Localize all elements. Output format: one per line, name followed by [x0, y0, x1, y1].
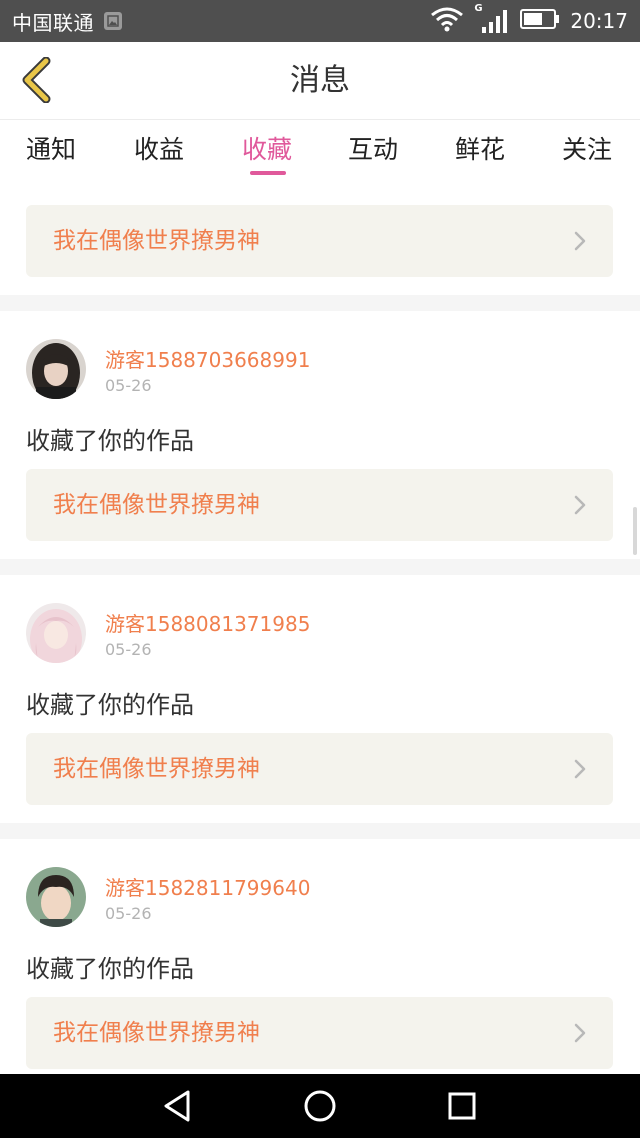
- tab-favorites[interactable]: 收藏: [242, 130, 292, 166]
- tab-earnings[interactable]: 收益: [134, 130, 184, 166]
- signal-icon: G: [474, 3, 510, 35]
- recents-square-icon[interactable]: [444, 1088, 480, 1124]
- battery-icon: [520, 8, 560, 34]
- avatar[interactable]: [26, 603, 86, 663]
- work-link-card[interactable]: 我在偶像世界撩男神: [26, 205, 613, 277]
- message-text: 收藏了你的作品: [26, 427, 194, 455]
- chevron-right-icon: [574, 759, 586, 779]
- message-text: 收藏了你的作品: [26, 955, 194, 983]
- wifi-icon: [430, 6, 464, 36]
- home-circle-icon[interactable]: [302, 1088, 338, 1124]
- section-divider: [0, 295, 640, 311]
- back-triangle-icon[interactable]: [160, 1088, 196, 1124]
- work-title: 我在偶像世界撩男神: [53, 492, 260, 518]
- section-divider: [0, 823, 640, 839]
- user-name[interactable]: 游客1588081371985: [105, 608, 310, 637]
- avatar[interactable]: [26, 339, 86, 399]
- work-title: 我在偶像世界撩男神: [53, 1020, 260, 1046]
- work-link-card[interactable]: 我在偶像世界撩男神: [26, 733, 613, 805]
- carrier-name: 中国联通: [12, 10, 94, 35]
- tab-follows[interactable]: 关注: [562, 130, 612, 166]
- system-nav-bar: [0, 1074, 640, 1138]
- section-divider: [0, 559, 640, 575]
- status-bar: 中国联通 G 20:17: [0, 0, 640, 42]
- work-link-card[interactable]: 我在偶像世界撩男神: [26, 997, 613, 1069]
- tab-bar: 通知 收益 收藏 互动 鲜花 关注: [0, 120, 640, 184]
- tab-flowers[interactable]: 鲜花: [455, 130, 505, 166]
- work-title: 我在偶像世界撩男神: [53, 756, 260, 782]
- chevron-right-icon: [574, 231, 586, 251]
- tab-interactions[interactable]: 互动: [348, 130, 398, 166]
- header-bar: 消息: [0, 42, 640, 120]
- chevron-right-icon: [574, 1023, 586, 1043]
- work-title: 我在偶像世界撩男神: [53, 228, 260, 254]
- work-link-card[interactable]: 我在偶像世界撩男神: [26, 469, 613, 541]
- active-tab-indicator: [250, 171, 286, 175]
- message-date: 05-26: [105, 376, 152, 395]
- scrollbar[interactable]: [633, 507, 637, 555]
- message-date: 05-26: [105, 640, 152, 659]
- message-text: 收藏了你的作品: [26, 691, 194, 719]
- chevron-right-icon: [574, 495, 586, 515]
- avatar[interactable]: [26, 867, 86, 927]
- user-name[interactable]: 游客1582811799640: [105, 872, 310, 901]
- user-name[interactable]: 游客1588703668991: [105, 344, 310, 373]
- page-title: 消息: [290, 63, 350, 98]
- image-notification-icon: [104, 12, 122, 30]
- tab-notifications[interactable]: 通知: [26, 130, 76, 166]
- clock: 20:17: [570, 9, 628, 33]
- message-date: 05-26: [105, 904, 152, 923]
